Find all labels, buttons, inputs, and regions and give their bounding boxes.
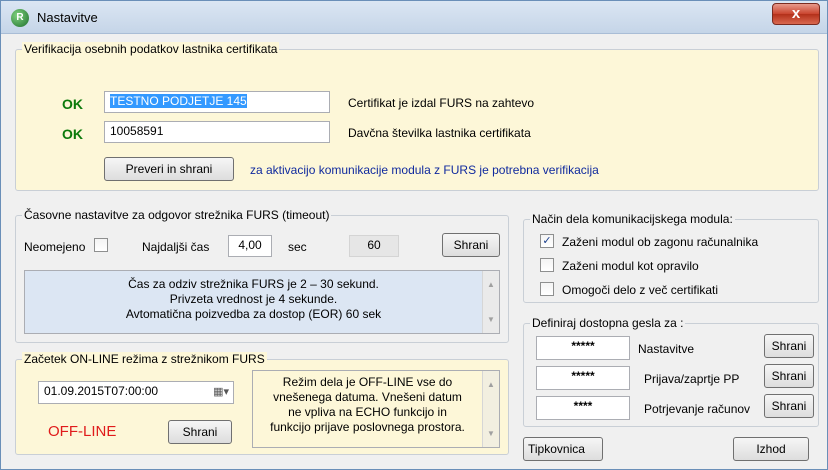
longest-time-input[interactable]: 4,00 <box>228 235 272 257</box>
close-button[interactable]: x <box>772 3 820 25</box>
online-info-scrollbar[interactable]: ▲ ▼ <box>482 371 499 447</box>
timeout-info-scrollbar[interactable]: ▲ ▼ <box>482 271 499 333</box>
timeout-info-line: Privzeta vrednost je 4 sekunde. <box>169 292 338 306</box>
online-start-group-title: Začetek ON-LINE režima z strežnikom FURS <box>22 352 267 366</box>
eor-interval-value: 60 <box>349 235 399 257</box>
online-start-datetime-picker[interactable]: 01.09.2015T07:00:00 ▦▾ <box>38 381 234 404</box>
online-start-datetime-value: 01.09.2015T07:00:00 <box>44 384 159 398</box>
invoice-password-save-button[interactable]: Shrani <box>764 394 814 418</box>
settings-window: R Nastavitve x Verifikacija osebnih poda… <box>0 0 828 470</box>
online-info-line: funkcijo prijave poslovnega prostora. <box>270 420 465 434</box>
module-mode-group: Način dela komunikacijskega modula: ✓ Za… <box>523 212 819 303</box>
timeout-info-box[interactable]: Čas za odziv strežnika FURS je 2 – 30 se… <box>24 270 500 334</box>
scroll-down-arrow-icon[interactable]: ▼ <box>483 426 499 441</box>
title-bar[interactable]: R Nastavitve x <box>1 1 827 34</box>
exit-button[interactable]: Izhod <box>733 437 809 461</box>
online-save-button[interactable]: Shrani <box>168 420 232 444</box>
timeout-info-line: Avtomatična poizvedba za dostop (EOR) 60… <box>125 307 382 321</box>
timeout-group: Časovne nastavitve za odgovor strežnika … <box>15 208 509 343</box>
timeout-group-title: Časovne nastavitve za odgovor strežnika … <box>22 208 332 222</box>
app-logo-icon: R <box>11 9 29 27</box>
status-ok-certificate: OK <box>62 96 83 112</box>
passwords-group: Definiraj dostopna gesla za : ***** Nast… <box>523 316 819 427</box>
premises-password-save-button[interactable]: Shrani <box>764 364 814 388</box>
scroll-down-arrow-icon[interactable]: ▼ <box>483 312 499 327</box>
keyboard-button[interactable]: Tipkovnica <box>523 437 603 461</box>
settings-password-label: Nastavitve <box>638 342 695 356</box>
online-info-box[interactable]: Režim dela je OFF-LINE vse do vnešenega … <box>252 370 500 448</box>
multi-certificate-label[interactable]: Omogoči delo z več certifikati <box>562 283 718 297</box>
status-ok-tax-number: OK <box>62 126 83 142</box>
start-with-computer-label[interactable]: Zaženi modul ob zagonu računalnika <box>562 235 758 249</box>
verification-group: Verifikacija osebnih podatkov lastnika c… <box>15 42 819 191</box>
run-as-service-checkbox[interactable] <box>540 258 554 272</box>
scroll-up-arrow-icon[interactable]: ▲ <box>483 377 499 392</box>
online-info-line: vnešenega datuma. Vnešeni datum <box>273 390 462 404</box>
timeout-info-line: Čas za odziv strežnika FURS je 2 – 30 se… <box>128 277 379 291</box>
start-with-computer-checkbox[interactable]: ✓ <box>540 234 554 248</box>
client-area: Verifikacija osebnih podatkov lastnika c… <box>7 35 823 465</box>
certificate-issuer-label: Certifikat je izdal FURS na zahtevo <box>348 96 535 110</box>
seconds-unit-label: sec <box>288 240 307 254</box>
online-info-line: ne vpliva na ECHO funkcijo in <box>288 405 447 419</box>
online-info-line: Režim dela je OFF-LINE vse do <box>282 375 453 389</box>
window-title: Nastavitve <box>37 10 98 25</box>
verify-and-save-button[interactable]: Preveri in shrani <box>104 157 234 181</box>
verification-note: za aktivacijo komunikacije modula z FURS… <box>250 163 599 177</box>
calendar-dropdown-icon[interactable]: ▦▾ <box>213 385 229 398</box>
module-mode-group-title: Način dela komunikacijskega modula: <box>530 212 735 226</box>
run-as-service-label[interactable]: Zaženi modul kot opravilo <box>562 259 699 273</box>
unlimited-label: Neomejeno <box>24 240 86 254</box>
premises-password-label: Prijava/zaprtje PP <box>644 372 740 386</box>
longest-time-label: Najdaljši čas <box>142 240 210 254</box>
certificate-issuer-value: TESTNO PODJETJE 145 <box>110 94 247 108</box>
scroll-up-arrow-icon[interactable]: ▲ <box>483 277 499 292</box>
online-status-indicator: OFF-LINE <box>48 423 117 440</box>
certificate-issuer-input[interactable]: TESTNO PODJETJE 145 <box>104 91 330 113</box>
settings-password-save-button[interactable]: Shrani <box>764 334 814 358</box>
online-start-group: Začetek ON-LINE režima z strežnikom FURS… <box>15 352 509 455</box>
settings-password-input[interactable]: ***** <box>536 336 630 360</box>
unlimited-checkbox[interactable] <box>94 238 108 252</box>
multi-certificate-checkbox[interactable] <box>540 282 554 296</box>
tax-number-label: Davčna številka lastnika certifikata <box>348 126 531 140</box>
invoice-password-label: Potrjevanje računov <box>644 402 751 416</box>
verification-group-title: Verifikacija osebnih podatkov lastnika c… <box>22 42 280 56</box>
premises-password-input[interactable]: ***** <box>536 366 630 390</box>
timeout-save-button[interactable]: Shrani <box>442 233 500 257</box>
invoice-password-input[interactable]: **** <box>536 396 630 420</box>
tax-number-input[interactable]: 10058591 <box>104 121 330 143</box>
passwords-group-title: Definiraj dostopna gesla za : <box>530 316 686 330</box>
